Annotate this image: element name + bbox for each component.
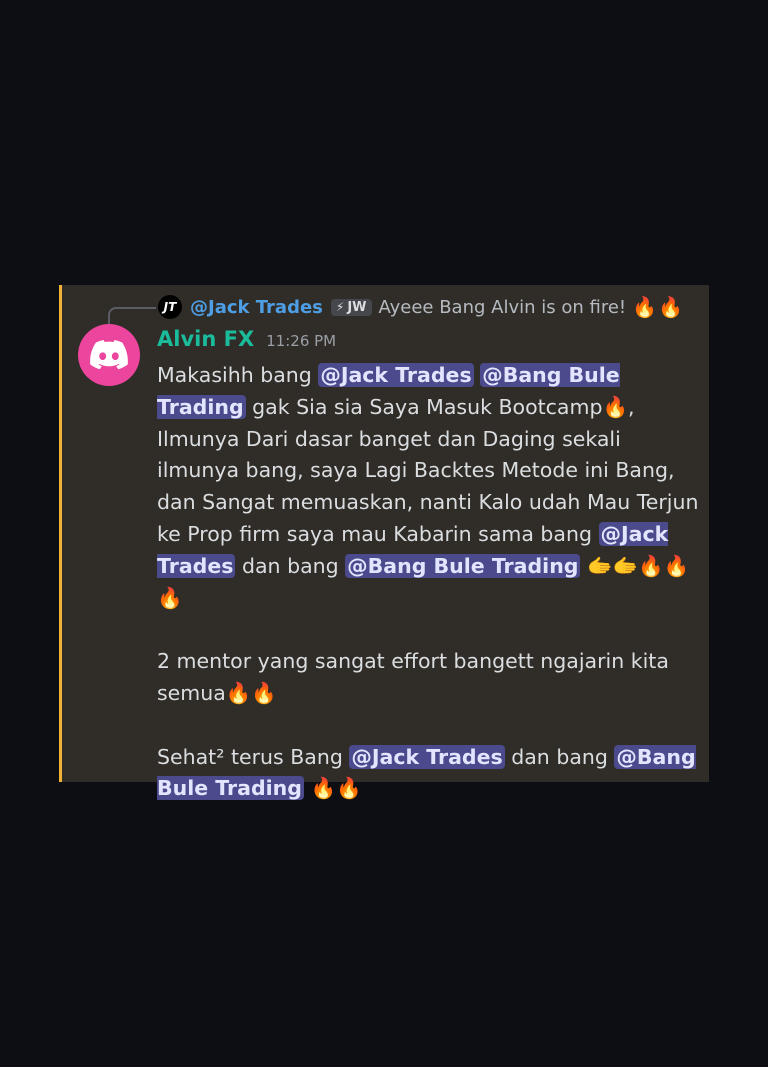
mention-jack-trades[interactable]: @Jack Trades — [349, 744, 505, 769]
mention-jack-trades[interactable]: @Jack Trades — [318, 363, 474, 387]
fire-emoji-icon: 🔥🔥 — [632, 295, 684, 319]
server-tag[interactable]: ⚡ JW — [330, 298, 372, 316]
reply-avatar[interactable]: JT — [158, 295, 182, 319]
mention-bang-bule-trading[interactable]: @Bang Bule Trading — [345, 553, 581, 578]
lightning-icon: ⚡ — [335, 300, 345, 314]
reply-preview[interactable]: JT @Jack Trades ⚡ JW Ayeee Bang Alvin is… — [158, 295, 684, 319]
text-segment: gak Sia sia Saya Masuk Bootcamp — [245, 394, 603, 419]
avatar[interactable] — [78, 324, 140, 386]
timestamp[interactable]: 11:26 PM — [266, 332, 336, 350]
text-segment: Sehat² terus Bang — [157, 744, 350, 769]
author-name[interactable]: Alvin FX — [157, 327, 254, 351]
reply-text: Ayeee Bang Alvin is on fire! — [378, 296, 627, 318]
message-header: Alvin FX 11:26 PM — [157, 327, 336, 351]
message-content: Makasihh bang @Jack Trades @Bang Bule Tr… — [157, 360, 705, 805]
fire-emoji-icon: 🔥🔥 — [310, 776, 362, 801]
server-tag-label: JW — [347, 299, 367, 315]
message-paragraph-3: Sehat² terus Bang @Jack Trades dan bang … — [157, 742, 705, 806]
message-paragraph-1: Makasihh bang @Jack Trades @Bang Bule Tr… — [157, 360, 705, 614]
message-card: JT @Jack Trades ⚡ JW Ayeee Bang Alvin is… — [59, 285, 709, 801]
fire-emoji-icon: 🔥 — [602, 394, 629, 419]
text-segment: dan bang — [504, 744, 615, 769]
reply-author-mention[interactable]: @Jack Trades — [190, 297, 323, 318]
text-segment: dan bang — [235, 553, 346, 578]
message-paragraph-2: 2 mentor yang sangat effort bangett ngaj… — [157, 646, 705, 710]
fire-emoji-icon: 🔥🔥 — [225, 680, 277, 705]
text-segment: Makasihh bang — [157, 363, 319, 387]
discord-logo-icon — [90, 340, 128, 370]
